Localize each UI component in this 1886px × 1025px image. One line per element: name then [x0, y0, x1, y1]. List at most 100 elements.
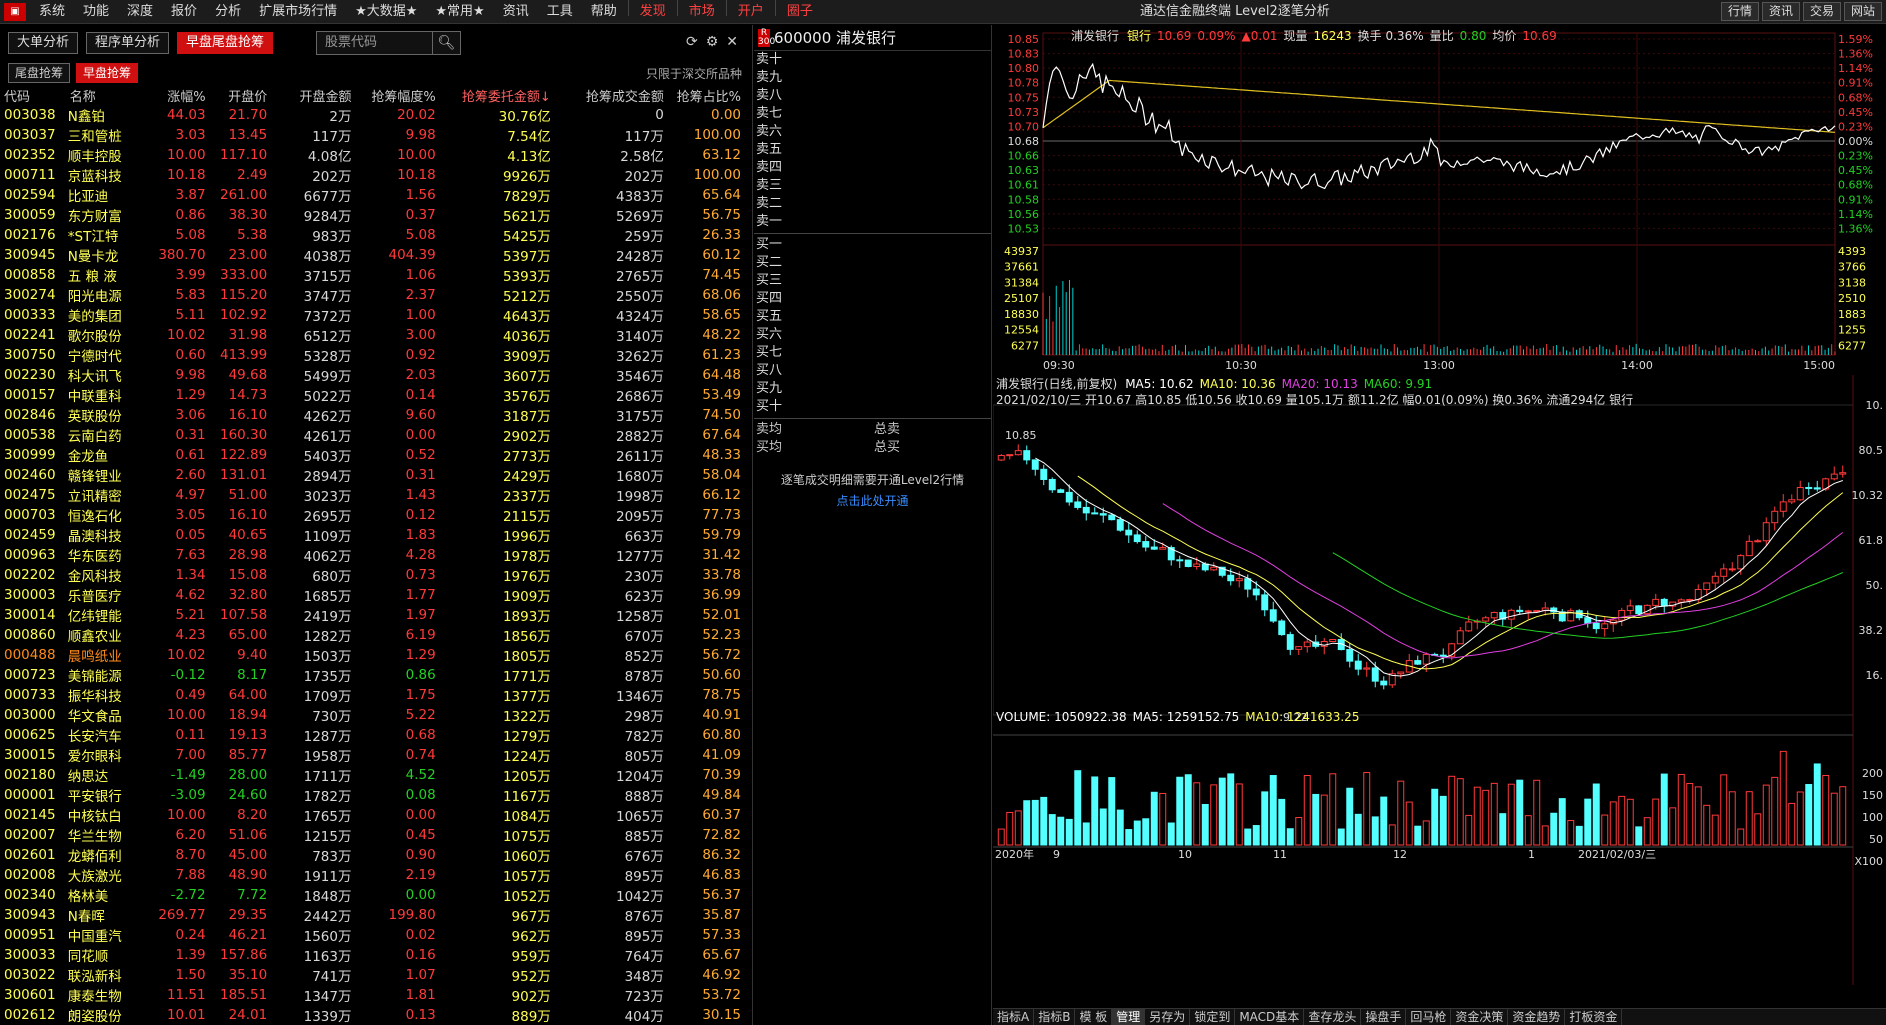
indicator-tab[interactable]: MACD基本: [1235, 1009, 1305, 1025]
table-row[interactable]: 000538 云南白药 0.31 160.30 4261万 0.00 2902万 2882万 6…: [0, 425, 745, 445]
evening-rush-tab[interactable]: 尾盘抢筹: [8, 63, 71, 83]
menu-item[interactable]: 工具: [538, 0, 582, 24]
ask-level[interactable]: 卖十: [754, 51, 991, 69]
table-row[interactable]: 300750 宁德时代 0.60 413.99 5328万 0.92 3909万 3262万 6…: [0, 345, 745, 365]
stock-code-search-input[interactable]: 股票代码 🔍︎: [316, 31, 462, 55]
table-row[interactable]: 000703 恒逸石化 3.05 16.10 2695万 0.12 2115万 2095万 77…: [0, 505, 745, 525]
table-row[interactable]: 002340 格林美 -2.72 7.72 1848万 0.00 1052万 1042万 56.…: [0, 885, 745, 905]
column-header[interactable]: 抢筹占比%: [668, 85, 745, 105]
ask-level[interactable]: 卖二: [754, 195, 991, 213]
menu-item-highlight[interactable]: 开户: [729, 0, 773, 24]
close-icon[interactable]: ✕: [726, 34, 746, 50]
column-header[interactable]: 代码: [0, 85, 66, 105]
table-row[interactable]: 000860 顺鑫农业 4.23 65.00 1282万 6.19 1856万 670万 52.…: [0, 625, 745, 645]
daily-kline-chart[interactable]: 10. 80.5 10.32 61.8 50. 38.2 16. 200 150 100 50 X10…: [993, 375, 1886, 985]
bid-level[interactable]: 买三: [754, 272, 991, 290]
bid-level[interactable]: 买七: [754, 344, 991, 362]
table-row[interactable]: 300943 N春晖 269.77 29.35 2442万 199.80 967万 876万 3…: [0, 905, 745, 925]
menu-item[interactable]: 深度: [118, 0, 162, 24]
indicator-tab[interactable]: 资金决策: [1451, 1009, 1509, 1025]
table-row[interactable]: 002601 龙蟒佰利 8.70 45.00 783万 0.90 1060万 676万 86.3…: [0, 845, 745, 865]
toolbar-button[interactable]: 网站: [1843, 2, 1882, 21]
table-row[interactable]: 300015 爱尔眼科 7.00 85.77 1958万 0.74 1224万 805万 41.…: [0, 745, 745, 765]
program-order-analysis-button[interactable]: 程序单分析: [86, 32, 170, 54]
ask-level[interactable]: 卖三: [754, 177, 991, 195]
table-row[interactable]: 002846 英联股份 3.06 16.10 4262万 9.60 3187万 3175万 74…: [0, 405, 745, 425]
table-row[interactable]: 002145 中核钛白 10.00 8.20 1765万 0.00 1084万 1065万 60…: [0, 805, 745, 825]
search-icon[interactable]: 🔍︎: [432, 32, 460, 54]
menu-item[interactable]: 帮助: [582, 0, 626, 24]
indicator-tab[interactable]: 模 板: [1075, 1009, 1113, 1025]
bid-level[interactable]: 买六: [754, 326, 991, 344]
table-row[interactable]: 003037 三和管桩 3.03 13.45 117万 9.98 7.54亿 117万 100.…: [0, 125, 745, 145]
bid-level[interactable]: 买四: [754, 290, 991, 308]
table-row[interactable]: 002180 纳思达 -1.49 28.00 1711万 4.52 1205万 1204万 70…: [0, 765, 745, 785]
ask-level[interactable]: 卖六: [754, 123, 991, 141]
menu-item[interactable]: 功能: [74, 0, 118, 24]
table-row[interactable]: 002459 晶澳科技 0.05 40.65 1109万 1.83 1996万 663万 59.…: [0, 525, 745, 545]
column-header[interactable]: 名称: [66, 85, 150, 105]
table-row[interactable]: 000951 中国重汽 0.24 46.21 1560万 0.02 962万 895万 57.3…: [0, 925, 745, 945]
ask-level[interactable]: 卖八: [754, 87, 991, 105]
table-row[interactable]: 300945 N曼卡龙 380.70 23.00 4038万 404.39 5397万 242…: [0, 245, 745, 265]
ask-level[interactable]: 卖一: [754, 213, 991, 231]
table-row[interactable]: 000711 京蓝科技 10.18 2.49 202万 10.18 9926万 202万 100…: [0, 165, 745, 185]
indicator-tab[interactable]: 另存为: [1145, 1009, 1191, 1025]
table-row[interactable]: 003038 N鑫铂 44.03 21.70 2万 20.02 30.76亿 0 0.00: [0, 105, 745, 125]
table-row[interactable]: 002230 科大讯飞 9.98 49.68 5499万 2.03 3607万 3546万 64…: [0, 365, 745, 385]
column-header[interactable]: 抢筹成交金额: [555, 85, 668, 105]
table-row[interactable]: 002176 *ST江特 5.08 5.38 983万 5.08 5425万 259万 26.3…: [0, 225, 745, 245]
menu-item[interactable]: ★大数据★: [346, 0, 426, 24]
table-row[interactable]: 002008 大族激光 7.88 48.90 1911万 2.19 1057万 895万 46.…: [0, 865, 745, 885]
menu-item[interactable]: 分析: [206, 0, 250, 24]
menu-item[interactable]: 资讯: [494, 0, 538, 24]
toolbar-button[interactable]: 资讯: [1761, 2, 1800, 21]
bid-level[interactable]: 买二: [754, 254, 991, 272]
bid-level[interactable]: 买八: [754, 362, 991, 380]
ask-level[interactable]: 卖四: [754, 159, 991, 177]
table-row[interactable]: 000723 美锦能源 -0.12 8.17 1735万 0.86 1771万 878万 50.…: [0, 665, 745, 685]
morning-evening-rush-button[interactable]: 早盘尾盘抢筹: [177, 32, 274, 54]
refresh-icon[interactable]: ⟳: [686, 34, 706, 50]
menu-item-highlight[interactable]: 圈子: [778, 0, 822, 24]
table-row[interactable]: 002594 比亚迪 3.87 261.00 6677万 1.56 7829万 4383万 65…: [0, 185, 745, 205]
morning-rush-tab[interactable]: 早盘抢筹: [76, 63, 139, 83]
indicator-tab[interactable]: 资金趋势: [1508, 1009, 1566, 1025]
column-header[interactable]: 抢筹幅度%: [355, 85, 439, 105]
table-row[interactable]: 002007 华兰生物 6.20 51.06 1215万 0.45 1075万 885万 72.…: [0, 825, 745, 845]
table-row[interactable]: 003000 华文食品 10.00 18.94 730万 5.22 1322万 298万 40.…: [0, 705, 745, 725]
table-row[interactable]: 300059 东方财富 0.86 38.30 9284万 0.37 5621万 5269万 56…: [0, 205, 745, 225]
table-row[interactable]: 300274 阳光电源 5.83 115.20 3747万 2.37 5212万 2550万 6…: [0, 285, 745, 305]
toolbar-button[interactable]: 交易: [1802, 2, 1841, 21]
big-order-analysis-button[interactable]: 大单分析: [8, 32, 79, 54]
activate-level2-link[interactable]: 点击此处开通: [754, 492, 991, 509]
table-row[interactable]: 000001 平安银行 -3.09 24.60 1782万 0.08 1167万 888万 49…: [0, 785, 745, 805]
table-row[interactable]: 300033 同花顺 1.39 157.86 1163万 0.16 959万 764万 65.6…: [0, 945, 745, 965]
table-row[interactable]: 000733 振华科技 0.49 64.00 1709万 1.75 1377万 1346万 78…: [0, 685, 745, 705]
column-header[interactable]: 开盘金额: [271, 85, 355, 105]
menu-item-highlight[interactable]: 发现: [631, 0, 675, 24]
table-row[interactable]: 300003 乐普医疗 4.62 32.80 1685万 1.77 1909万 623万 36.…: [0, 585, 745, 605]
column-header[interactable]: 抢筹委托金额↓: [440, 85, 555, 105]
menu-item[interactable]: ★常用★: [426, 0, 493, 24]
table-row[interactable]: 000333 美的集团 5.11 102.92 7372万 1.00 4643万 4324万 5…: [0, 305, 745, 325]
menu-item-highlight[interactable]: 市场: [680, 0, 724, 24]
ask-level[interactable]: 卖九: [754, 69, 991, 87]
ask-level[interactable]: 卖七: [754, 105, 991, 123]
bid-level[interactable]: 买九: [754, 380, 991, 398]
table-row[interactable]: 300014 亿纬锂能 5.21 107.58 2419万 1.97 1893万 1258万 5…: [0, 605, 745, 625]
indicator-tab[interactable]: 指标B: [1034, 1009, 1076, 1025]
table-row[interactable]: 002612 朗姿股份 10.01 24.01 1339万 0.13 889万 404万 30.…: [0, 1005, 745, 1025]
bid-level[interactable]: 买十: [754, 398, 991, 416]
table-row[interactable]: 300999 金龙鱼 0.61 122.89 5403万 0.52 2773万 2611万 48…: [0, 445, 745, 465]
toolbar-button[interactable]: 行情: [1720, 2, 1759, 21]
bid-level[interactable]: 买一: [754, 236, 991, 254]
table-row[interactable]: 000488 晨鸣纸业 10.02 9.40 1503万 1.29 1805万 852万 56.…: [0, 645, 745, 665]
indicator-tab[interactable]: 指标A: [993, 1009, 1035, 1025]
table-row[interactable]: 000625 长安汽车 0.11 19.13 1287万 0.68 1279万 782万 60.…: [0, 725, 745, 745]
indicator-tab[interactable]: 打板资金: [1565, 1009, 1623, 1025]
indicator-tab[interactable]: 锁定到: [1190, 1009, 1236, 1025]
ask-level[interactable]: 卖五: [754, 141, 991, 159]
indicator-tab[interactable]: 操盘手: [1361, 1009, 1407, 1025]
indicator-tab[interactable]: 管理: [1112, 1009, 1146, 1025]
